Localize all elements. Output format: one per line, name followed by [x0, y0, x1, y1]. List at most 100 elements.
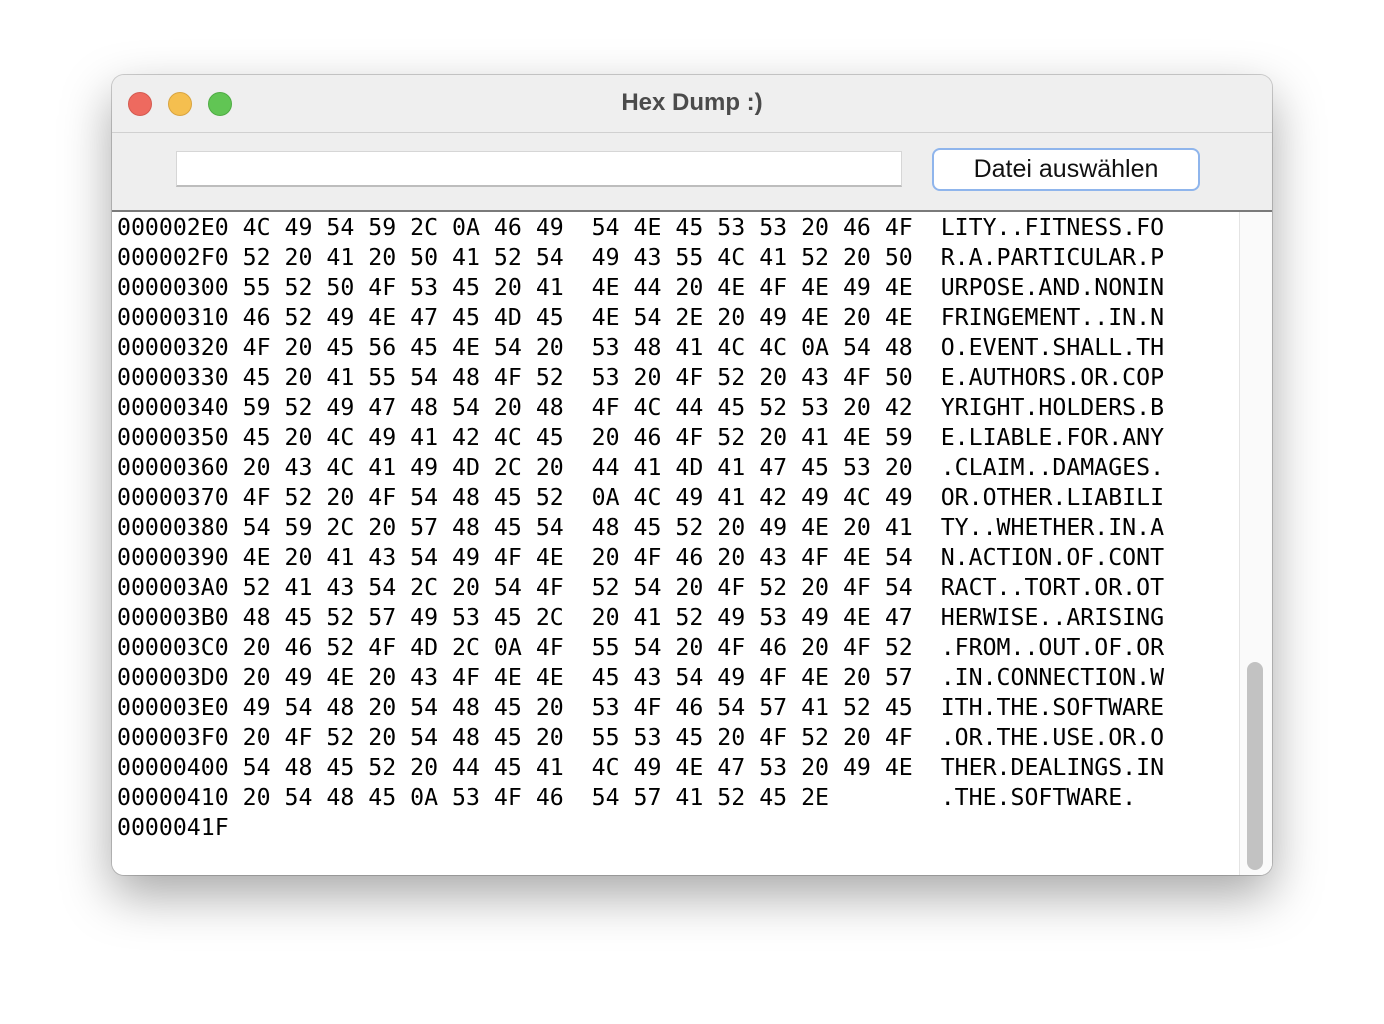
hex-bytes-first-half: 20 43 4C 41 49 4D 2C 20 [242, 454, 564, 481]
hex-bytes-second-half: 20 41 52 49 53 49 4E 47 [591, 604, 913, 631]
dump-row: 00000310 46 52 49 4E 47 45 4D 45 4E 54 2… [117, 303, 1164, 333]
hex-bytes-first-half: 4F 52 20 4F 54 48 45 52 [242, 484, 564, 511]
ascii-cell: .FROM..OUT.OF.OR [940, 634, 1165, 661]
address-cell: 00000380 [117, 514, 229, 541]
dump-row: 00000380 54 59 2C 20 57 48 45 54 48 45 5… [117, 513, 1164, 543]
ascii-cell: .OR.THE.USE.OR.O [940, 724, 1165, 751]
address-cell: 00000350 [117, 424, 229, 451]
ascii-cell: THER.DEALINGS.IN [940, 754, 1165, 781]
ascii-cell: LITY..FITNESS.FO [940, 214, 1165, 241]
ascii-cell: E.LIABLE.FOR.ANY [940, 424, 1165, 451]
hex-bytes-first-half: 20 46 52 4F 4D 2C 0A 4F [242, 634, 564, 661]
dump-row: 00000330 45 20 41 55 54 48 4F 52 53 20 4… [117, 363, 1164, 393]
hex-dump-text: 000002E0 4C 49 54 59 2C 0A 46 49 54 4E 4… [117, 213, 1164, 843]
address-cell: 000003E0 [117, 694, 229, 721]
hex-bytes-second-half: 4C 49 4E 47 53 20 49 4E [591, 754, 913, 781]
hex-bytes-second-half: 54 57 41 52 45 2E [591, 784, 913, 811]
address-cell: 000002E0 [117, 214, 229, 241]
hex-bytes-second-half: 20 4F 46 20 43 4F 4E 54 [591, 544, 913, 571]
dump-row: 00000360 20 43 4C 41 49 4D 2C 20 44 41 4… [117, 453, 1164, 483]
ascii-cell: HERWISE..ARISING [940, 604, 1165, 631]
hex-bytes-first-half: 45 20 4C 49 41 42 4C 45 [242, 424, 564, 451]
address-cell: 000003D0 [117, 664, 229, 691]
hex-bytes-first-half: 54 59 2C 20 57 48 45 54 [242, 514, 564, 541]
hex-bytes-first-half: 52 20 41 20 50 41 52 54 [242, 244, 564, 271]
hex-bytes-first-half: 4F 20 45 56 45 4E 54 20 [242, 334, 564, 361]
choose-file-button[interactable]: Datei auswählen [932, 148, 1200, 191]
hex-bytes-first-half: 49 54 48 20 54 48 45 20 [242, 694, 564, 721]
dump-row: 000002F0 52 20 41 20 50 41 52 54 49 43 5… [117, 243, 1164, 273]
address-cell: 0000041F [117, 814, 229, 841]
ascii-cell: URPOSE.AND.NONIN [940, 274, 1165, 301]
dump-row: 00000400 54 48 45 52 20 44 45 41 4C 49 4… [117, 753, 1164, 783]
address-cell: 00000300 [117, 274, 229, 301]
ascii-cell: .CLAIM..DAMAGES. [940, 454, 1165, 481]
hex-bytes-second-half: 0A 4C 49 41 42 49 4C 49 [591, 484, 913, 511]
dump-row: 0000041F [117, 813, 1164, 843]
hex-bytes-second-half: 55 54 20 4F 46 20 4F 52 [591, 634, 913, 661]
address-cell: 00000330 [117, 364, 229, 391]
ascii-cell: OR.OTHER.LIABILI [940, 484, 1165, 511]
address-cell: 000003A0 [117, 574, 229, 601]
address-cell: 00000370 [117, 484, 229, 511]
hex-bytes-second-half: 55 53 45 20 4F 52 20 4F [591, 724, 913, 751]
ascii-cell: FRINGEMENT..IN.N [940, 304, 1165, 331]
hex-bytes-second-half: 45 43 54 49 4F 4E 20 57 [591, 664, 913, 691]
hex-bytes-second-half: 53 4F 46 54 57 41 52 45 [591, 694, 913, 721]
ascii-cell: TY..WHETHER.IN.A [940, 514, 1165, 541]
address-cell: 00000410 [117, 784, 229, 811]
hex-bytes-first-half: 20 49 4E 20 43 4F 4E 4E [242, 664, 564, 691]
vertical-scrollbar[interactable] [1239, 212, 1272, 875]
hex-bytes-second-half: 54 4E 45 53 53 20 46 4F [591, 214, 913, 241]
address-cell: 00000360 [117, 454, 229, 481]
hex-dump-area[interactable]: 000002E0 4C 49 54 59 2C 0A 46 49 54 4E 4… [112, 212, 1272, 875]
dump-row: 000003F0 20 4F 52 20 54 48 45 20 55 53 4… [117, 723, 1164, 753]
hex-bytes-first-half: 59 52 49 47 48 54 20 48 [242, 394, 564, 421]
address-cell: 00000310 [117, 304, 229, 331]
ascii-cell: YRIGHT.HOLDERS.B [940, 394, 1165, 421]
address-cell: 000003C0 [117, 634, 229, 661]
ascii-cell: N.ACTION.OF.CONT [940, 544, 1165, 571]
ascii-cell: RACT..TORT.OR.OT [940, 574, 1165, 601]
hex-bytes-first-half: 4C 49 54 59 2C 0A 46 49 [242, 214, 564, 241]
dump-row: 000003B0 48 45 52 57 49 53 45 2C 20 41 5… [117, 603, 1164, 633]
dump-row: 00000320 4F 20 45 56 45 4E 54 20 53 48 4… [117, 333, 1164, 363]
address-cell: 00000400 [117, 754, 229, 781]
dump-row: 00000410 20 54 48 45 0A 53 4F 46 54 57 4… [117, 783, 1164, 813]
window-title: Hex Dump :) [621, 89, 763, 116]
dump-row: 00000340 59 52 49 47 48 54 20 48 4F 4C 4… [117, 393, 1164, 423]
hex-bytes-first-half: 55 52 50 4F 53 45 20 41 [242, 274, 564, 301]
ascii-cell: E.AUTHORS.OR.COP [940, 364, 1165, 391]
file-path-input[interactable] [176, 151, 902, 187]
hex-bytes-first-half: 45 20 41 55 54 48 4F 52 [242, 364, 564, 391]
hex-bytes-second-half: 52 54 20 4F 52 20 4F 54 [591, 574, 913, 601]
ascii-cell: .IN.CONNECTION.W [940, 664, 1165, 691]
hex-bytes-first-half: 54 48 45 52 20 44 45 41 [242, 754, 564, 781]
hex-bytes-second-half: 4E 44 20 4E 4F 4E 49 4E [591, 274, 913, 301]
address-cell: 00000320 [117, 334, 229, 361]
dump-row: 00000390 4E 20 41 43 54 49 4F 4E 20 4F 4… [117, 543, 1164, 573]
dump-row: 00000350 45 20 4C 49 41 42 4C 45 20 46 4… [117, 423, 1164, 453]
ascii-cell: O.EVENT.SHALL.TH [940, 334, 1165, 361]
address-cell: 000003F0 [117, 724, 229, 751]
dump-row: 000002E0 4C 49 54 59 2C 0A 46 49 54 4E 4… [117, 213, 1164, 243]
dump-row: 000003C0 20 46 52 4F 4D 2C 0A 4F 55 54 2… [117, 633, 1164, 663]
scrollbar-thumb[interactable] [1247, 662, 1263, 870]
ascii-cell: .THE.SOFTWARE. [940, 784, 1137, 811]
address-cell: 000003B0 [117, 604, 229, 631]
hex-bytes-second-half: 53 48 41 4C 4C 0A 54 48 [591, 334, 913, 361]
dump-row: 000003A0 52 41 43 54 2C 20 54 4F 52 54 2… [117, 573, 1164, 603]
ascii-cell: ITH.THE.SOFTWARE [940, 694, 1165, 721]
hex-dump-window: Hex Dump :) Datei auswählen 000002E0 4C … [112, 75, 1272, 875]
address-cell: 00000340 [117, 394, 229, 421]
hex-bytes-second-half: 48 45 52 20 49 4E 20 41 [591, 514, 913, 541]
dump-row: 00000370 4F 52 20 4F 54 48 45 52 0A 4C 4… [117, 483, 1164, 513]
hex-bytes-first-half: 4E 20 41 43 54 49 4F 4E [242, 544, 564, 571]
hex-bytes-first-half: 48 45 52 57 49 53 45 2C [242, 604, 564, 631]
hex-bytes-first-half: 20 54 48 45 0A 53 4F 46 [242, 784, 564, 811]
hex-bytes-first-half: 46 52 49 4E 47 45 4D 45 [242, 304, 564, 331]
hex-bytes-second-half: 49 43 55 4C 41 52 20 50 [591, 244, 913, 271]
dump-row: 000003D0 20 49 4E 20 43 4F 4E 4E 45 43 5… [117, 663, 1164, 693]
toolbar: Datei auswählen [112, 133, 1272, 212]
ascii-cell: R.A.PARTICULAR.P [940, 244, 1165, 271]
